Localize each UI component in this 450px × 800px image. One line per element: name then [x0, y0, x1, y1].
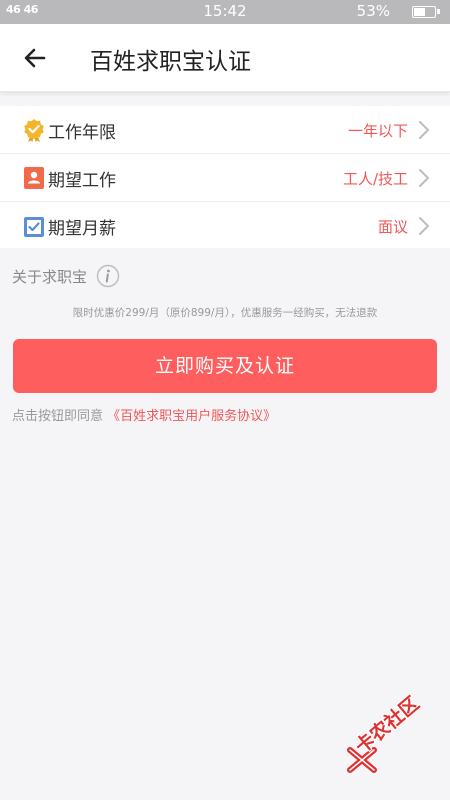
medal-icon	[24, 119, 44, 142]
agreement-prefix: 点击按钮即同意	[12, 409, 104, 424]
row-value: 一年以下	[347, 122, 408, 140]
person-card-icon	[24, 167, 44, 189]
checkbox-icon	[24, 217, 44, 237]
about-label: 关于求职宝	[12, 267, 88, 286]
chevron-right-icon	[419, 217, 430, 235]
row-label: 期望月薪	[48, 219, 116, 239]
row-value: 面议	[377, 218, 408, 236]
agreement-link[interactable]: 《百姓求职宝用户服务协议》	[107, 409, 276, 424]
buy-and-verify-button[interactable]: 立即购买及认证	[13, 339, 437, 393]
row-value: 工人/技工	[342, 170, 408, 188]
page-title: 百姓求职宝认证	[90, 49, 251, 75]
chevron-right-icon	[419, 169, 430, 187]
battery-percentage: 53%	[356, 2, 390, 20]
arrow-left-icon	[24, 48, 46, 68]
chevron-right-icon	[419, 121, 430, 139]
profile-list: 工作年限 一年以下 期望工作 工人/技工 期望月薪 面议	[0, 106, 450, 248]
back-button[interactable]	[18, 40, 54, 76]
row-work-years[interactable]: 工作年限 一年以下	[0, 106, 450, 154]
row-expected-salary[interactable]: 期望月薪 面议	[0, 202, 450, 248]
status-bar: 46 46 15:42 53%	[0, 0, 450, 24]
watermark-text: 卡农社区	[351, 692, 424, 759]
row-expected-job[interactable]: 期望工作 工人/技工	[0, 154, 450, 202]
about-section: 关于求职宝	[12, 264, 120, 288]
info-icon[interactable]	[96, 264, 120, 288]
promo-text: 限时优惠价299/月（原价899/月），优惠服务一经购买，无法退款	[72, 307, 378, 319]
header-bar: 百姓求职宝认证	[0, 24, 450, 92]
battery-icon	[412, 6, 440, 18]
watermark: 卡农社区	[346, 693, 442, 790]
agreement-text: 点击按钮即同意 《百姓求职宝用户服务协议》	[12, 405, 276, 424]
row-label: 工作年限	[48, 123, 116, 143]
row-label: 期望工作	[48, 171, 116, 191]
